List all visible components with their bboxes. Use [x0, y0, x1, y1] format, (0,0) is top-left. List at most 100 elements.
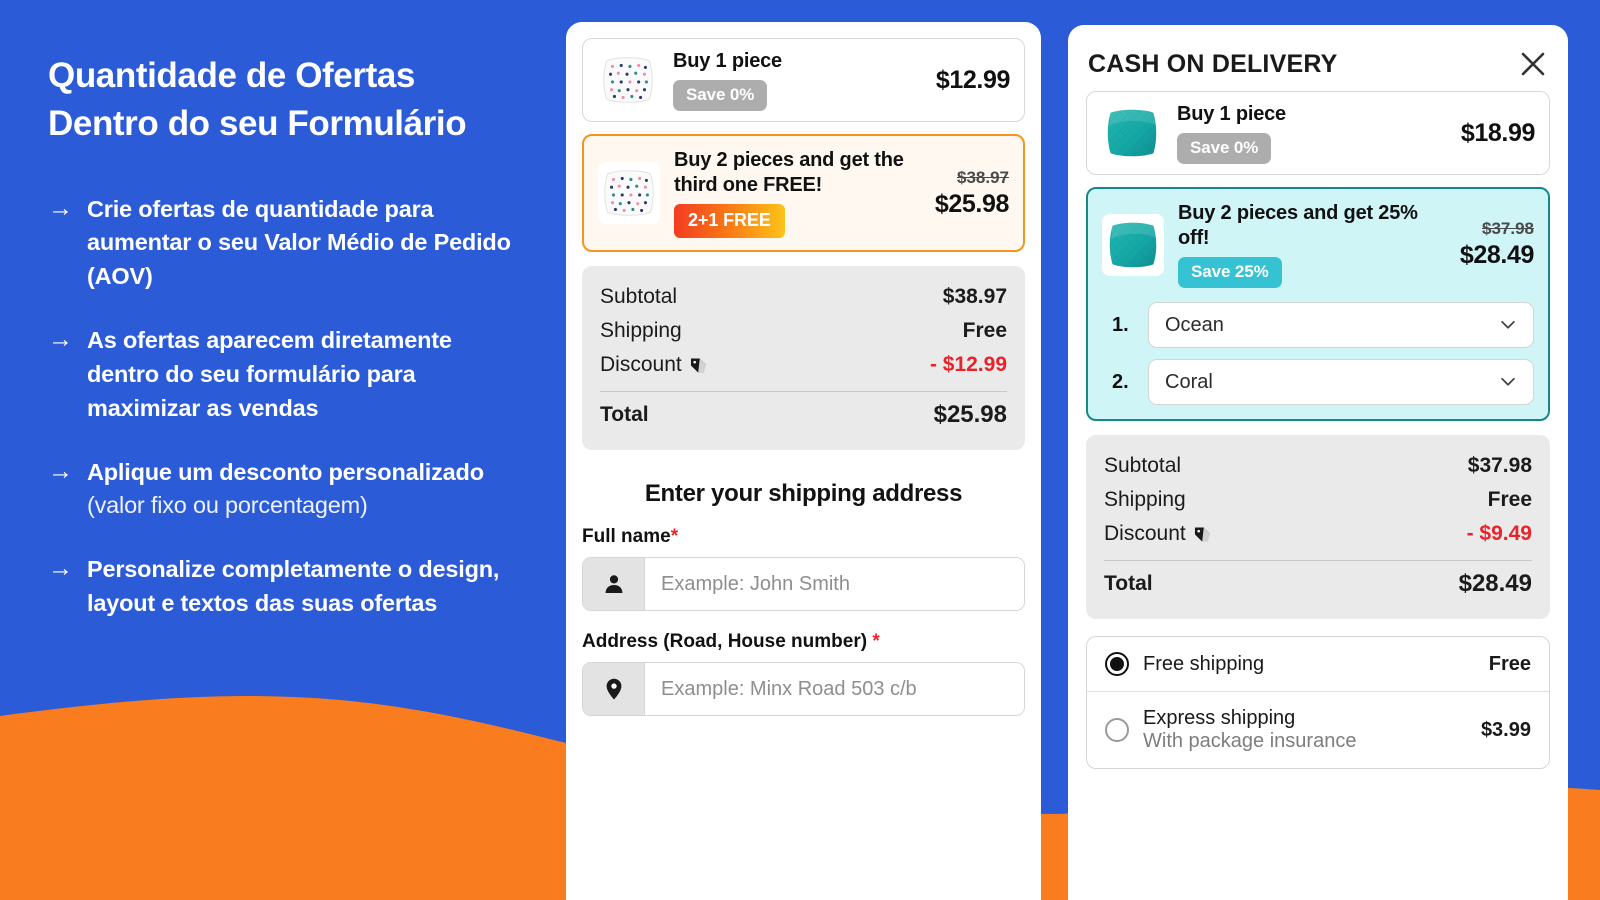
offer-main: Buy 2 pieces and get the third one FREE!…: [598, 148, 1009, 239]
address-label-text: Address (Road, House number): [582, 631, 868, 653]
full-name-label-text: Full name: [582, 526, 671, 548]
variant-index: 2.: [1112, 370, 1129, 393]
summary-label: Discount: [600, 353, 708, 377]
bullet-bold-text: As ofertas aparecem diretamente dentro d…: [87, 327, 452, 421]
summary-value: Free: [962, 319, 1007, 343]
variant-selector-group: 1. Ocean 2. Coral: [1102, 302, 1534, 407]
order-summary-right: Subtotal $37.98 Shipping Free Discount -…: [1086, 435, 1550, 620]
page-title: Quantidade de Ofertas Dentro do seu Form…: [48, 52, 518, 149]
bullet-text: Aplique um desconto personalizado (valor…: [87, 456, 526, 524]
close-icon[interactable]: [1518, 49, 1548, 79]
person-icon: [583, 558, 645, 611]
summary-row-shipping: Shipping Free: [600, 314, 1007, 348]
location-pin-icon: [583, 663, 645, 716]
address-input[interactable]: [645, 663, 1024, 716]
chevron-down-icon: [1501, 321, 1515, 329]
promo-panel: Quantidade de Ofertas Dentro do seu Form…: [0, 0, 566, 900]
list-item: → As ofertas aparecem diretamente dentro…: [48, 324, 526, 425]
offer-price: $37.98 $28.49: [1450, 219, 1534, 270]
summary-label: Total: [1104, 572, 1153, 596]
promo-screenshot-root: Quantidade de Ofertas Dentro do seu Form…: [0, 0, 1600, 900]
offer-savings-badge: Save 0%: [673, 80, 768, 112]
price-tag-icon: [1194, 527, 1210, 542]
product-thumbnail-dots: [598, 162, 660, 225]
page-title-line-1: Quantidade de Ofertas: [48, 56, 415, 95]
arrow-right-icon: →: [48, 456, 73, 485]
cash-on-delivery-title: CASH ON DELIVERY: [1088, 49, 1338, 78]
offer-savings-badge: Save 25%: [1178, 257, 1282, 289]
variant-index: 1.: [1112, 313, 1129, 336]
offer-price-current: $25.98: [934, 189, 1009, 218]
checkout-card-middle: Buy 1 piece Save 0% $12.99 Buy 2 pieces …: [566, 22, 1041, 900]
variant-row-1: 1. Ocean: [1102, 302, 1534, 349]
summary-label: Subtotal: [600, 285, 678, 309]
offer-price-original: $38.97: [957, 167, 1009, 187]
arrow-right-icon: →: [48, 554, 73, 583]
arrow-right-icon: →: [48, 193, 73, 222]
shipping-option-express[interactable]: Express shipping With package insurance …: [1087, 691, 1549, 768]
full-name-input-wrapper[interactable]: [582, 557, 1025, 612]
product-thumbnail-teal: [1101, 102, 1163, 165]
summary-value: Free: [1487, 488, 1532, 512]
summary-row-total: Total $25.98: [600, 396, 1007, 434]
full-name-input[interactable]: [645, 558, 1024, 611]
offer-savings-badge: 2+1 FREE: [674, 204, 785, 239]
page-title-line-2: Dentro do seu Formulário: [48, 104, 467, 144]
checkout-card-right: CASH ON DELIVERY Buy 1 piece Save 0% $18…: [1068, 25, 1568, 900]
shipping-option-free[interactable]: Free shipping Free: [1087, 637, 1549, 691]
shipping-option-name: Express shipping: [1143, 707, 1296, 730]
variant-select-2-value: Coral: [1165, 370, 1213, 393]
bullet-bold-text: Personalize completamente o design, layo…: [87, 556, 500, 617]
offer-savings-badge: Save 0%: [1177, 133, 1272, 165]
shipping-method-group: Free shipping Free Express shipping With…: [1086, 636, 1550, 770]
address-input-wrapper[interactable]: [582, 662, 1025, 717]
offer-option-buy-1[interactable]: Buy 1 piece Save 0% $12.99: [582, 38, 1025, 123]
shipping-address-heading: Enter your shipping address: [644, 480, 963, 508]
offer-option-buy-2-get-1-free[interactable]: Buy 2 pieces and get the third one FREE!…: [582, 134, 1025, 253]
offer-title: Buy 1 piece: [673, 50, 782, 72]
arrow-right-icon: →: [48, 325, 73, 354]
product-thumbnail-teal: [1102, 213, 1164, 276]
shipping-option-body: Express shipping With package insurance: [1143, 707, 1467, 753]
shipping-option-price: Free: [1488, 652, 1531, 675]
offer-option-buy-2-25-off[interactable]: Buy 2 pieces and get 25% off! Save 25% $…: [1086, 187, 1550, 422]
offer-price-current: $28.49: [1459, 241, 1534, 270]
feature-bullet-list: → Crie ofertas de quantidade para aument…: [48, 193, 526, 621]
order-summary-middle: Subtotal $38.97 Shipping Free Discount -…: [582, 266, 1025, 451]
summary-label: Shipping: [1104, 488, 1186, 512]
offer-body: Buy 1 piece Save 0%: [1163, 102, 1451, 165]
price-tag-icon: [690, 358, 706, 373]
variant-select-1[interactable]: Ocean: [1148, 302, 1534, 349]
summary-divider: [1104, 560, 1532, 562]
summary-value-discount: - $9.49: [1466, 522, 1532, 546]
shipping-option-body: Free shipping: [1143, 653, 1475, 676]
bullet-bold-text: Crie ofertas de quantidade para aumentar…: [87, 195, 511, 290]
summary-row-discount: Discount - $9.49: [1104, 517, 1532, 551]
offer-price: $12.99: [926, 66, 1010, 95]
radio-express-shipping[interactable]: [1105, 718, 1129, 743]
bullet-text: As ofertas aparecem diretamente dentro d…: [87, 324, 526, 425]
offer-title: Buy 2 pieces and get the third one FREE!: [674, 149, 904, 196]
list-item: → Personalize completamente o design, la…: [48, 553, 526, 621]
offer-price: $18.99: [1451, 119, 1535, 148]
shipping-option-name: Free shipping: [1143, 652, 1265, 675]
offer-option-buy-1-cod[interactable]: Buy 1 piece Save 0% $18.99: [1086, 91, 1550, 176]
summary-label-text: Discount: [1104, 522, 1186, 546]
shipping-option-subtext: With package insurance: [1143, 730, 1357, 753]
offer-body: Buy 2 pieces and get the third one FREE!…: [660, 148, 925, 239]
summary-label: Discount: [1104, 522, 1212, 546]
summary-value: $37.98: [1467, 454, 1532, 478]
summary-value-total: $25.98: [933, 401, 1007, 429]
cash-on-delivery-header: CASH ON DELIVERY: [1086, 41, 1550, 91]
required-marker: *: [872, 631, 880, 653]
chevron-down-icon: [1501, 378, 1515, 386]
offer-price-original: $37.98: [1482, 219, 1534, 239]
variant-select-2[interactable]: Coral: [1148, 359, 1534, 406]
summary-value: $38.97: [942, 285, 1007, 309]
summary-value-total: $28.49: [1458, 570, 1532, 598]
offer-title: Buy 2 pieces and get 25% off!: [1178, 202, 1418, 249]
product-thumbnail-dots: [597, 49, 659, 112]
summary-row-discount: Discount - $12.99: [600, 348, 1007, 382]
summary-label-text: Discount: [600, 353, 682, 377]
radio-free-shipping[interactable]: [1105, 652, 1129, 677]
